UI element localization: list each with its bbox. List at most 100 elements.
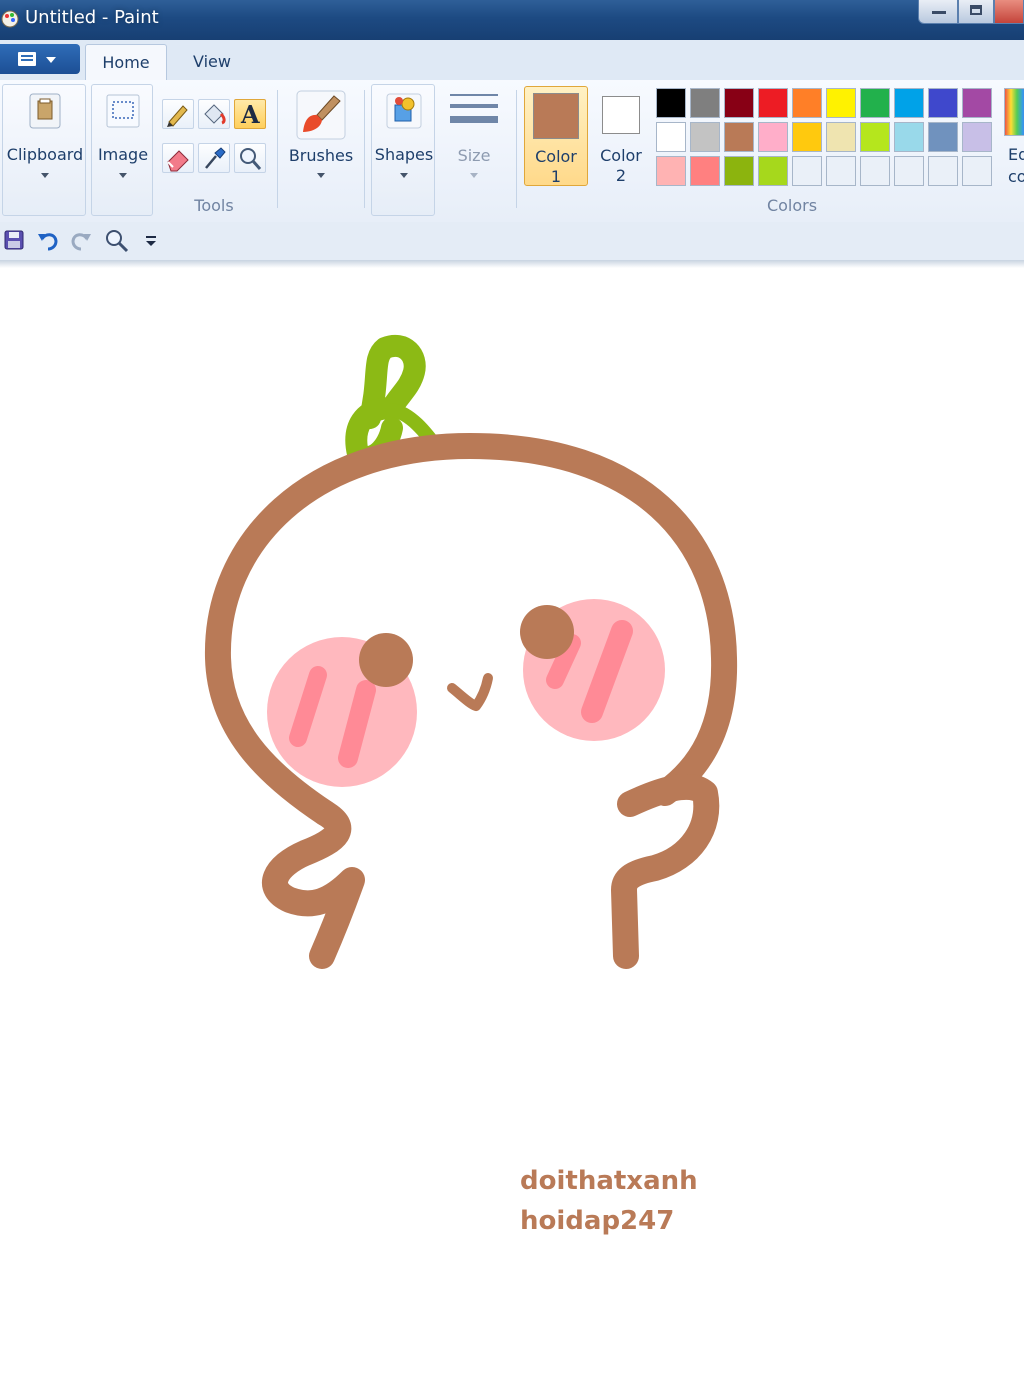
palette-swatch[interactable] (894, 122, 924, 152)
palette-swatch[interactable] (758, 122, 788, 152)
color-1-label: Color (535, 147, 577, 166)
palette-swatch[interactable] (928, 122, 958, 152)
pencil-icon (167, 105, 188, 127)
chevron-down-icon (470, 173, 478, 178)
size-label: Size (457, 146, 491, 165)
color-2-label: Color (600, 146, 642, 165)
palette-swatch[interactable] (656, 122, 686, 152)
brushes-label: Brushes (288, 146, 354, 165)
edit-colors-label-line1: Ed (1008, 145, 1024, 164)
palette-swatch[interactable] (724, 88, 754, 118)
fill-button[interactable] (198, 99, 230, 129)
palette-swatch[interactable] (792, 156, 822, 186)
chevron-down-icon (317, 173, 325, 178)
chevron-down-icon (400, 173, 408, 178)
edit-colors-label: Ed co (1008, 144, 1024, 188)
paint-menu-button[interactable] (0, 44, 80, 74)
palette-swatch[interactable] (826, 156, 856, 186)
palette-swatch[interactable] (724, 156, 754, 186)
canvas-top-shadow (0, 260, 1024, 268)
select-icon (106, 94, 140, 128)
customize-toolbar-icon[interactable] (144, 234, 158, 248)
redo-icon[interactable] (69, 229, 93, 251)
magnifier-button[interactable] (234, 143, 266, 173)
close-button[interactable] (994, 0, 1024, 24)
magnifier-icon[interactable] (104, 228, 130, 254)
paint-app-icon (1, 10, 19, 28)
save-icon[interactable] (3, 229, 25, 251)
palette-swatch[interactable] (656, 156, 686, 186)
palette-swatch[interactable] (826, 122, 856, 152)
cheeks-drawing (267, 599, 665, 787)
palette-swatch[interactable] (894, 88, 924, 118)
tools-group-label: Tools (194, 196, 234, 215)
color-2-button[interactable]: Color 2 (592, 86, 650, 186)
magnifier-icon (240, 148, 262, 170)
ribbon-separator (364, 90, 365, 208)
minimize-button[interactable] (918, 0, 958, 24)
canvas-drawing (204, 335, 738, 969)
edit-colors-button[interactable] (1004, 88, 1024, 136)
palette-swatch[interactable] (724, 122, 754, 152)
clipboard-icon (29, 93, 61, 129)
palette-swatch[interactable] (792, 88, 822, 118)
palette-swatch[interactable] (962, 88, 992, 118)
palette-swatch[interactable] (894, 156, 924, 186)
palette-swatch[interactable] (860, 88, 890, 118)
color-1-button[interactable]: Color 1 (524, 86, 588, 186)
eraser-icon (167, 150, 189, 172)
ribbon-separator (277, 90, 278, 208)
palette-swatch[interactable] (690, 122, 720, 152)
pencil-button[interactable] (162, 99, 194, 129)
undo-icon[interactable] (36, 229, 60, 251)
palette-swatch[interactable] (962, 156, 992, 186)
palette-swatch[interactable] (792, 122, 822, 152)
palette-swatch[interactable] (826, 88, 856, 118)
clipboard-button[interactable]: Clipboard (2, 84, 86, 216)
tab-view[interactable]: View (176, 44, 248, 80)
ribbon-separator (516, 90, 517, 208)
tab-home[interactable]: Home (85, 44, 167, 80)
palette-swatch[interactable] (690, 88, 720, 118)
color-picker-icon (205, 147, 226, 169)
palette-swatch[interactable] (690, 156, 720, 186)
line-size-icon (450, 94, 498, 123)
paint-bucket-icon (204, 104, 226, 125)
brushes-button[interactable]: Brushes (284, 86, 358, 190)
eraser-button[interactable] (162, 143, 194, 173)
color-2-number: 2 (615, 166, 627, 185)
menu-icon (18, 52, 36, 66)
maximize-icon (970, 5, 982, 15)
shapes-icon (386, 93, 422, 129)
color-picker-button[interactable] (198, 143, 230, 173)
color-1-swatch (533, 93, 579, 139)
palette-swatch[interactable] (928, 156, 958, 186)
maximize-button[interactable] (958, 0, 994, 24)
title-bar: Untitled - Paint (0, 0, 1024, 40)
chevron-down-icon (46, 57, 56, 63)
image-button[interactable]: Image (91, 84, 153, 216)
color-1-number: 1 (550, 167, 562, 186)
size-button[interactable]: Size (442, 86, 506, 190)
image-label: Image (97, 145, 149, 164)
text-button[interactable]: A (234, 99, 266, 129)
text-tool-icon: A (240, 100, 260, 129)
palette-swatch[interactable] (860, 122, 890, 152)
color-2-swatch (602, 96, 640, 134)
palette-swatch[interactable] (860, 156, 890, 186)
canvas-text-line-2: hoidap247 (520, 1206, 675, 1236)
palette-swatch[interactable] (962, 122, 992, 152)
color-palette (656, 88, 996, 188)
colors-group-label: Colors (766, 196, 818, 215)
palette-swatch[interactable] (758, 156, 788, 186)
palette-swatch[interactable] (928, 88, 958, 118)
window-controls (914, 0, 1024, 26)
palette-swatch[interactable] (656, 88, 686, 118)
palette-swatch[interactable] (758, 88, 788, 118)
quick-access-toolbar (0, 222, 1024, 261)
edit-colors-label-line2: co (1008, 167, 1024, 186)
minimize-icon (932, 11, 946, 14)
shapes-button[interactable]: Shapes (371, 84, 435, 216)
window-title: Untitled - Paint (25, 7, 159, 28)
canvas-text-line-1: doithatxanh (520, 1166, 698, 1196)
